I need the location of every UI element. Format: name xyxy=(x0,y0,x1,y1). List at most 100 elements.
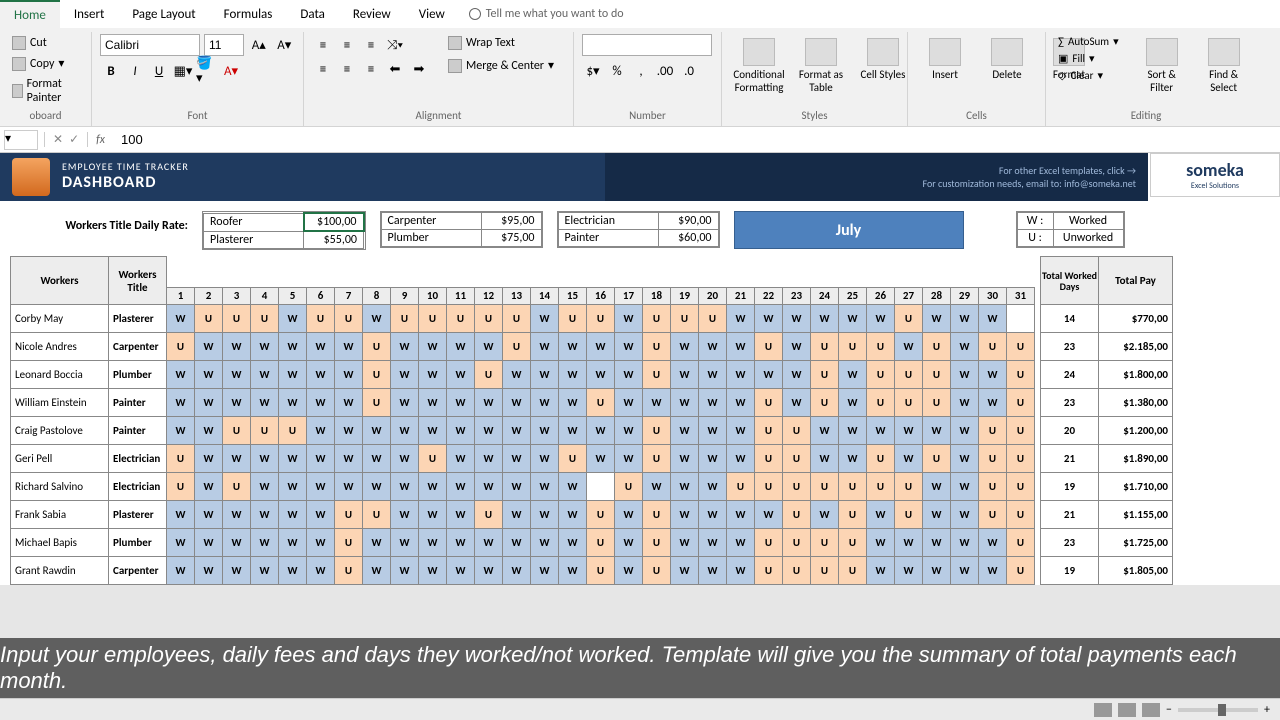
day-cell[interactable]: W xyxy=(307,557,335,585)
day-cell[interactable]: W xyxy=(335,333,363,361)
day-cell[interactable]: U xyxy=(251,417,279,445)
day-cell[interactable]: W xyxy=(307,445,335,473)
day-cell[interactable]: W xyxy=(167,529,195,557)
day-cell[interactable]: U xyxy=(167,445,195,473)
day-cell[interactable]: U xyxy=(979,473,1007,501)
day-cell[interactable]: W xyxy=(475,333,503,361)
day-cell[interactable]: U xyxy=(811,529,839,557)
zoom-slider[interactable] xyxy=(1178,708,1258,712)
rate-value-cell[interactable]: $90,00 xyxy=(658,213,718,230)
day-cell[interactable]: W xyxy=(419,417,447,445)
format-painter-button[interactable]: Format Painter xyxy=(8,75,83,107)
day-cell[interactable]: W xyxy=(279,305,307,333)
day-cell[interactable]: U xyxy=(979,501,1007,529)
day-cell[interactable]: W xyxy=(223,389,251,417)
day-cell[interactable]: W xyxy=(811,445,839,473)
day-cell[interactable]: W xyxy=(223,501,251,529)
day-cell[interactable]: W xyxy=(531,557,559,585)
day-cell[interactable]: W xyxy=(503,445,531,473)
worker-title-cell[interactable]: Painter xyxy=(109,417,167,445)
day-cell[interactable]: W xyxy=(895,417,923,445)
day-cell[interactable]: W xyxy=(279,389,307,417)
day-cell[interactable]: W xyxy=(419,501,447,529)
day-cell[interactable]: U xyxy=(643,501,671,529)
day-cell[interactable]: U xyxy=(1007,557,1035,585)
day-cell[interactable]: U xyxy=(811,473,839,501)
day-cell[interactable]: U xyxy=(839,333,867,361)
day-cell[interactable]: W xyxy=(307,389,335,417)
rate-value-cell[interactable]: $60,00 xyxy=(658,230,718,247)
day-cell[interactable]: U xyxy=(699,305,727,333)
day-cell[interactable]: W xyxy=(503,501,531,529)
day-cell[interactable] xyxy=(587,473,615,501)
day-cell[interactable]: U xyxy=(643,333,671,361)
zoom-in-button[interactable]: + xyxy=(1264,703,1270,717)
day-cell[interactable]: W xyxy=(391,557,419,585)
worker-title-cell[interactable]: Electrician xyxy=(109,473,167,501)
day-cell[interactable]: U xyxy=(643,445,671,473)
day-cell[interactable]: W xyxy=(587,445,615,473)
day-cell[interactable]: W xyxy=(419,333,447,361)
day-cell[interactable]: U xyxy=(223,305,251,333)
worker-title-cell[interactable]: Plumber xyxy=(109,529,167,557)
day-cell[interactable]: U xyxy=(167,333,195,361)
day-cell[interactable]: W xyxy=(503,417,531,445)
day-cell[interactable]: U xyxy=(475,501,503,529)
day-cell[interactable]: U xyxy=(587,529,615,557)
day-cell[interactable]: U xyxy=(279,417,307,445)
day-cell[interactable]: W xyxy=(475,445,503,473)
day-cell[interactable]: W xyxy=(251,333,279,361)
day-cell[interactable]: W xyxy=(195,557,223,585)
day-cell[interactable]: U xyxy=(979,445,1007,473)
fx-icon[interactable]: fx xyxy=(88,133,113,147)
day-cell[interactable]: W xyxy=(951,333,979,361)
day-cell[interactable]: U xyxy=(335,557,363,585)
worker-name-cell[interactable]: Richard Salvino xyxy=(11,473,109,501)
day-cell[interactable]: W xyxy=(363,529,391,557)
day-cell[interactable]: W xyxy=(671,445,699,473)
italic-button[interactable]: I xyxy=(124,60,146,82)
day-cell[interactable]: W xyxy=(587,361,615,389)
day-cell[interactable]: W xyxy=(279,333,307,361)
day-cell[interactable]: U xyxy=(335,305,363,333)
day-cell[interactable]: U xyxy=(867,333,895,361)
day-cell[interactable]: W xyxy=(615,445,643,473)
day-cell[interactable]: W xyxy=(391,361,419,389)
day-cell[interactable]: W xyxy=(671,333,699,361)
find-select-button[interactable]: Find & Select xyxy=(1195,34,1253,109)
day-cell[interactable]: U xyxy=(615,473,643,501)
insert-cells-button[interactable]: Insert xyxy=(916,34,974,85)
wrap-text-button[interactable]: Wrap Text xyxy=(442,34,560,52)
day-cell[interactable]: W xyxy=(951,305,979,333)
day-cell[interactable]: U xyxy=(783,473,811,501)
day-cell[interactable]: U xyxy=(503,333,531,361)
day-cell[interactable]: U xyxy=(895,473,923,501)
day-cell[interactable]: U xyxy=(363,361,391,389)
decrease-decimal-button[interactable]: .0 xyxy=(678,60,700,82)
day-cell[interactable]: W xyxy=(951,417,979,445)
view-page-layout-button[interactable] xyxy=(1118,703,1136,717)
day-cell[interactable]: U xyxy=(363,389,391,417)
day-cell[interactable]: W xyxy=(615,389,643,417)
tab-view[interactable]: View xyxy=(405,1,459,28)
day-cell[interactable]: W xyxy=(867,305,895,333)
day-cell[interactable]: U xyxy=(783,445,811,473)
conditional-formatting-button[interactable]: Conditional Formatting xyxy=(730,34,788,98)
day-cell[interactable]: U xyxy=(223,417,251,445)
day-cell[interactable]: W xyxy=(699,361,727,389)
day-cell[interactable]: U xyxy=(923,361,951,389)
day-cell[interactable]: W xyxy=(363,305,391,333)
number-format-select[interactable] xyxy=(582,34,712,56)
day-cell[interactable]: W xyxy=(531,305,559,333)
day-cell[interactable]: W xyxy=(391,501,419,529)
percent-button[interactable]: % xyxy=(606,60,628,82)
day-cell[interactable]: W xyxy=(167,501,195,529)
day-cell[interactable]: W xyxy=(447,445,475,473)
copy-button[interactable]: Copy ▾ xyxy=(8,54,83,73)
day-cell[interactable]: W xyxy=(419,361,447,389)
tab-review[interactable]: Review xyxy=(339,1,405,28)
align-top-button[interactable]: ≡ xyxy=(312,34,334,56)
day-cell[interactable]: W xyxy=(839,389,867,417)
day-cell[interactable]: U xyxy=(839,529,867,557)
day-cell[interactable]: U xyxy=(335,529,363,557)
